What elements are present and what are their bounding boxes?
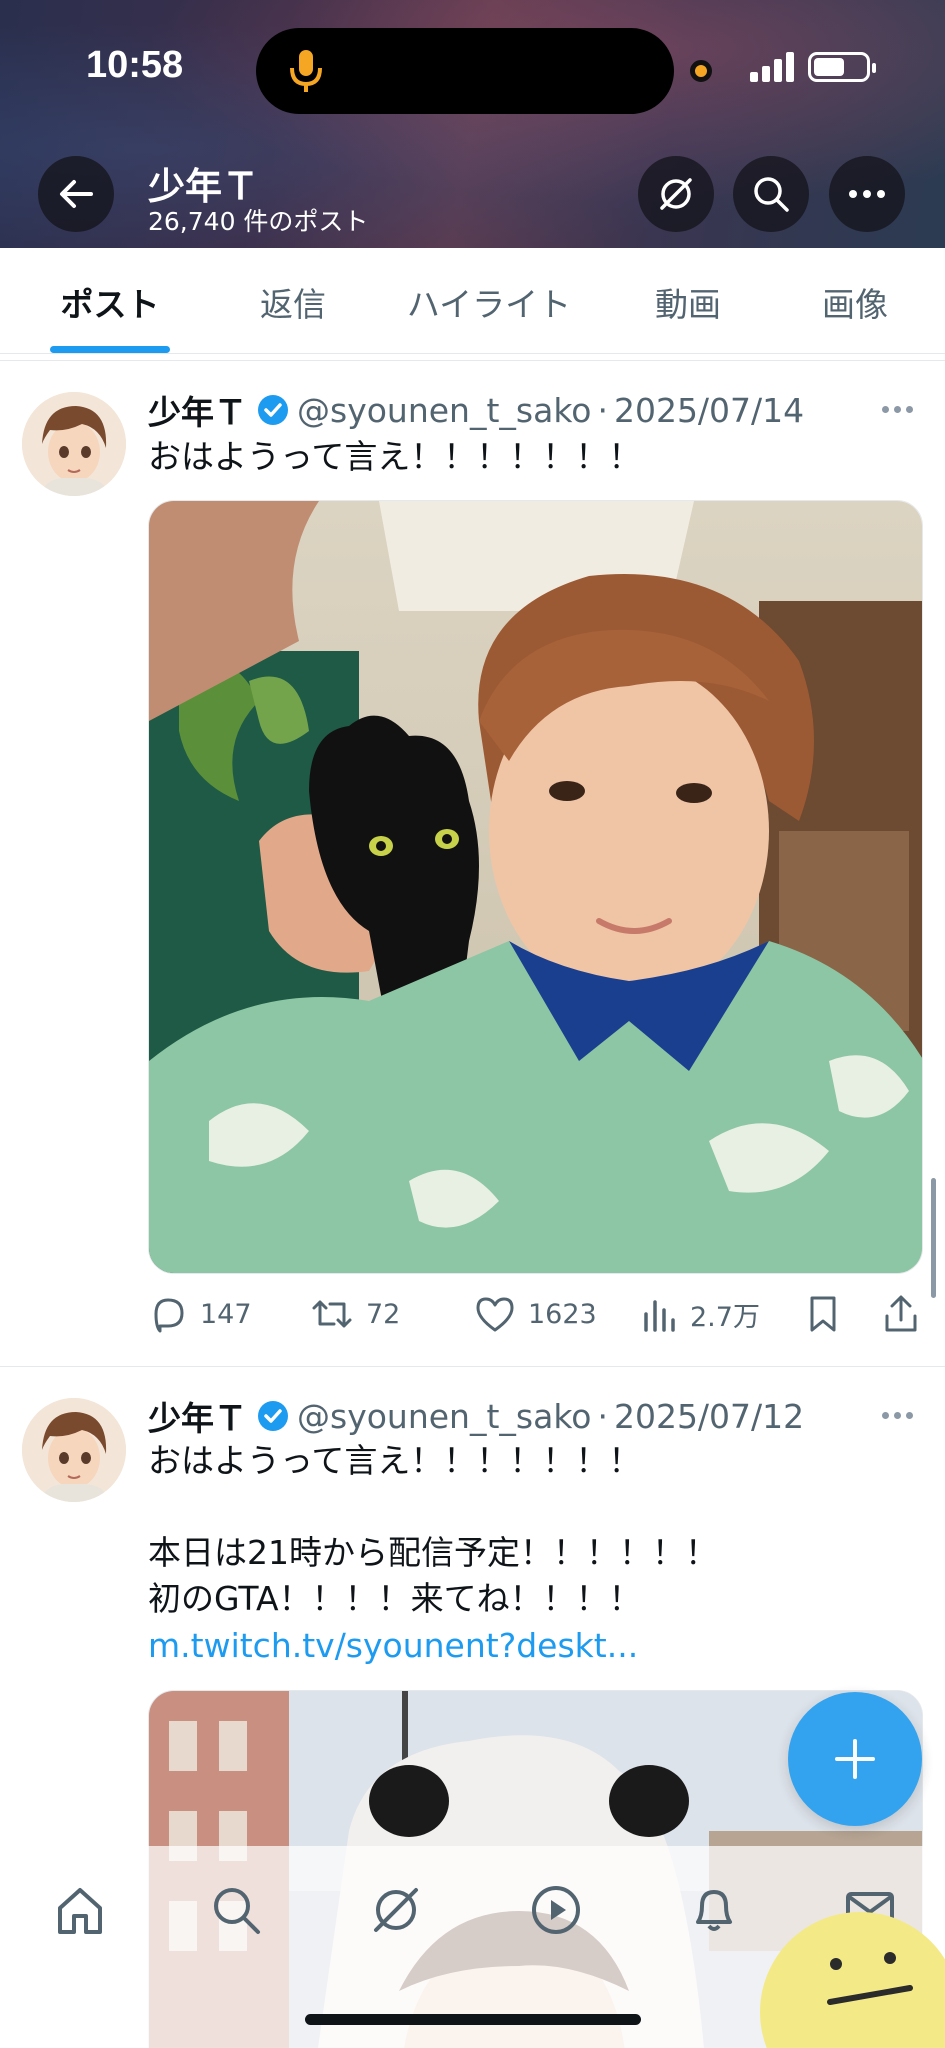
video-icon	[532, 1886, 580, 1934]
nav-grok[interactable]	[364, 1878, 428, 1942]
home-indicator	[305, 2014, 641, 2025]
verified-badge-icon	[257, 1400, 289, 1432]
repost-count: 72	[366, 1298, 401, 1330]
cat-selfie-photo	[149, 501, 922, 1273]
share-icon	[885, 1295, 917, 1332]
separator: ·	[597, 1396, 608, 1436]
dynamic-island	[256, 28, 674, 114]
plus-icon	[835, 1739, 875, 1779]
recording-indicator	[690, 60, 712, 82]
cellular-signal-icon	[750, 52, 794, 82]
post-text: おはようって言え！！！！！！！	[148, 437, 642, 476]
post-date[interactable]: 2025/07/14	[614, 391, 804, 430]
bookmark-action[interactable]	[806, 1294, 840, 1334]
compose-post-button[interactable]	[788, 1692, 922, 1826]
like-action[interactable]: 1623	[474, 1294, 597, 1334]
post-header: 少年Ｔ @syounen_t_sako · 2025/07/14	[148, 386, 804, 434]
repost-icon	[312, 1300, 352, 1328]
avatar-illustration	[22, 1398, 126, 1502]
author-name[interactable]: 少年Ｔ	[148, 386, 247, 434]
post-more-icon[interactable]	[882, 1412, 913, 1419]
post-count: 26,740 件のポスト	[148, 207, 369, 236]
share-action[interactable]	[882, 1294, 920, 1334]
author-name[interactable]: 少年Ｔ	[148, 1392, 247, 1440]
grok-button[interactable]	[638, 156, 714, 232]
post-actions: 147 72 1623 2.7万	[148, 1294, 923, 1338]
search-button[interactable]	[733, 156, 809, 232]
author-handle[interactable]: @syounen_t_sako	[297, 1397, 591, 1436]
status-icons	[750, 52, 876, 82]
home-icon	[58, 1888, 102, 1934]
grok-icon	[374, 1888, 418, 1932]
notifications-icon	[696, 1890, 732, 1931]
more-options-button[interactable]	[829, 156, 905, 232]
battery-icon	[808, 52, 876, 82]
profile-header: 10:58 少年Ｔ 26,740 件のポスト	[0, 0, 945, 248]
nav-home[interactable]	[48, 1878, 112, 1942]
verified-badge-icon	[257, 394, 289, 426]
tab-posts[interactable]: ポスト	[61, 278, 160, 326]
microphone-icon	[290, 50, 322, 92]
views-action[interactable]: 2.7万	[642, 1294, 760, 1334]
view-count: 2.7万	[690, 1301, 760, 1333]
heart-icon	[476, 1297, 514, 1332]
separator: ·	[597, 390, 608, 430]
avatar[interactable]	[22, 1398, 126, 1502]
tab-videos[interactable]: 動画	[655, 278, 721, 326]
post-link[interactable]: m.twitch.tv/syounent?deskt...	[148, 1626, 638, 1665]
bookmark-icon	[810, 1296, 836, 1332]
floating-emoji-icon[interactable]	[760, 1902, 945, 2048]
nav-notifications[interactable]	[682, 1878, 746, 1942]
status-time: 10:58	[86, 44, 184, 86]
search-icon	[754, 177, 789, 212]
back-button[interactable]	[38, 156, 114, 232]
repost-action[interactable]: 72	[310, 1294, 400, 1334]
tab-highlights[interactable]: ハイライト	[407, 278, 571, 326]
reply-icon	[154, 1298, 184, 1333]
views-icon	[644, 1300, 675, 1332]
divider	[0, 360, 945, 361]
back-arrow-icon	[60, 180, 93, 208]
reply-action[interactable]: 147	[148, 1294, 252, 1334]
avatar[interactable]	[22, 392, 126, 496]
divider	[0, 1366, 945, 1367]
author-handle[interactable]: @syounen_t_sako	[297, 391, 591, 430]
scrollbar[interactable]	[931, 1178, 936, 1298]
tab-replies[interactable]: 返信	[260, 278, 326, 326]
post-image[interactable]	[148, 500, 923, 1274]
post-more-icon[interactable]	[882, 406, 913, 413]
nav-search[interactable]	[204, 1878, 268, 1942]
post-header: 少年Ｔ @syounen_t_sako · 2025/07/12	[148, 1392, 804, 1440]
reply-count: 147	[200, 1298, 252, 1330]
active-tab-indicator	[50, 346, 170, 353]
nav-video[interactable]	[524, 1878, 588, 1942]
tab-media[interactable]: 画像	[822, 278, 888, 326]
post-date[interactable]: 2025/07/12	[614, 1397, 804, 1436]
avatar-illustration	[22, 392, 126, 496]
post-text: おはようって言え！！！！！！！ 本日は21時から配信予定！！！！！！ 初のGTA…	[148, 1441, 718, 1618]
profile-tabs: ポスト 返信 ハイライト 動画 画像	[0, 248, 945, 354]
search-icon	[214, 1888, 260, 1934]
like-count: 1623	[528, 1298, 597, 1330]
grok-icon	[660, 178, 692, 210]
ellipsis-icon	[849, 190, 885, 198]
